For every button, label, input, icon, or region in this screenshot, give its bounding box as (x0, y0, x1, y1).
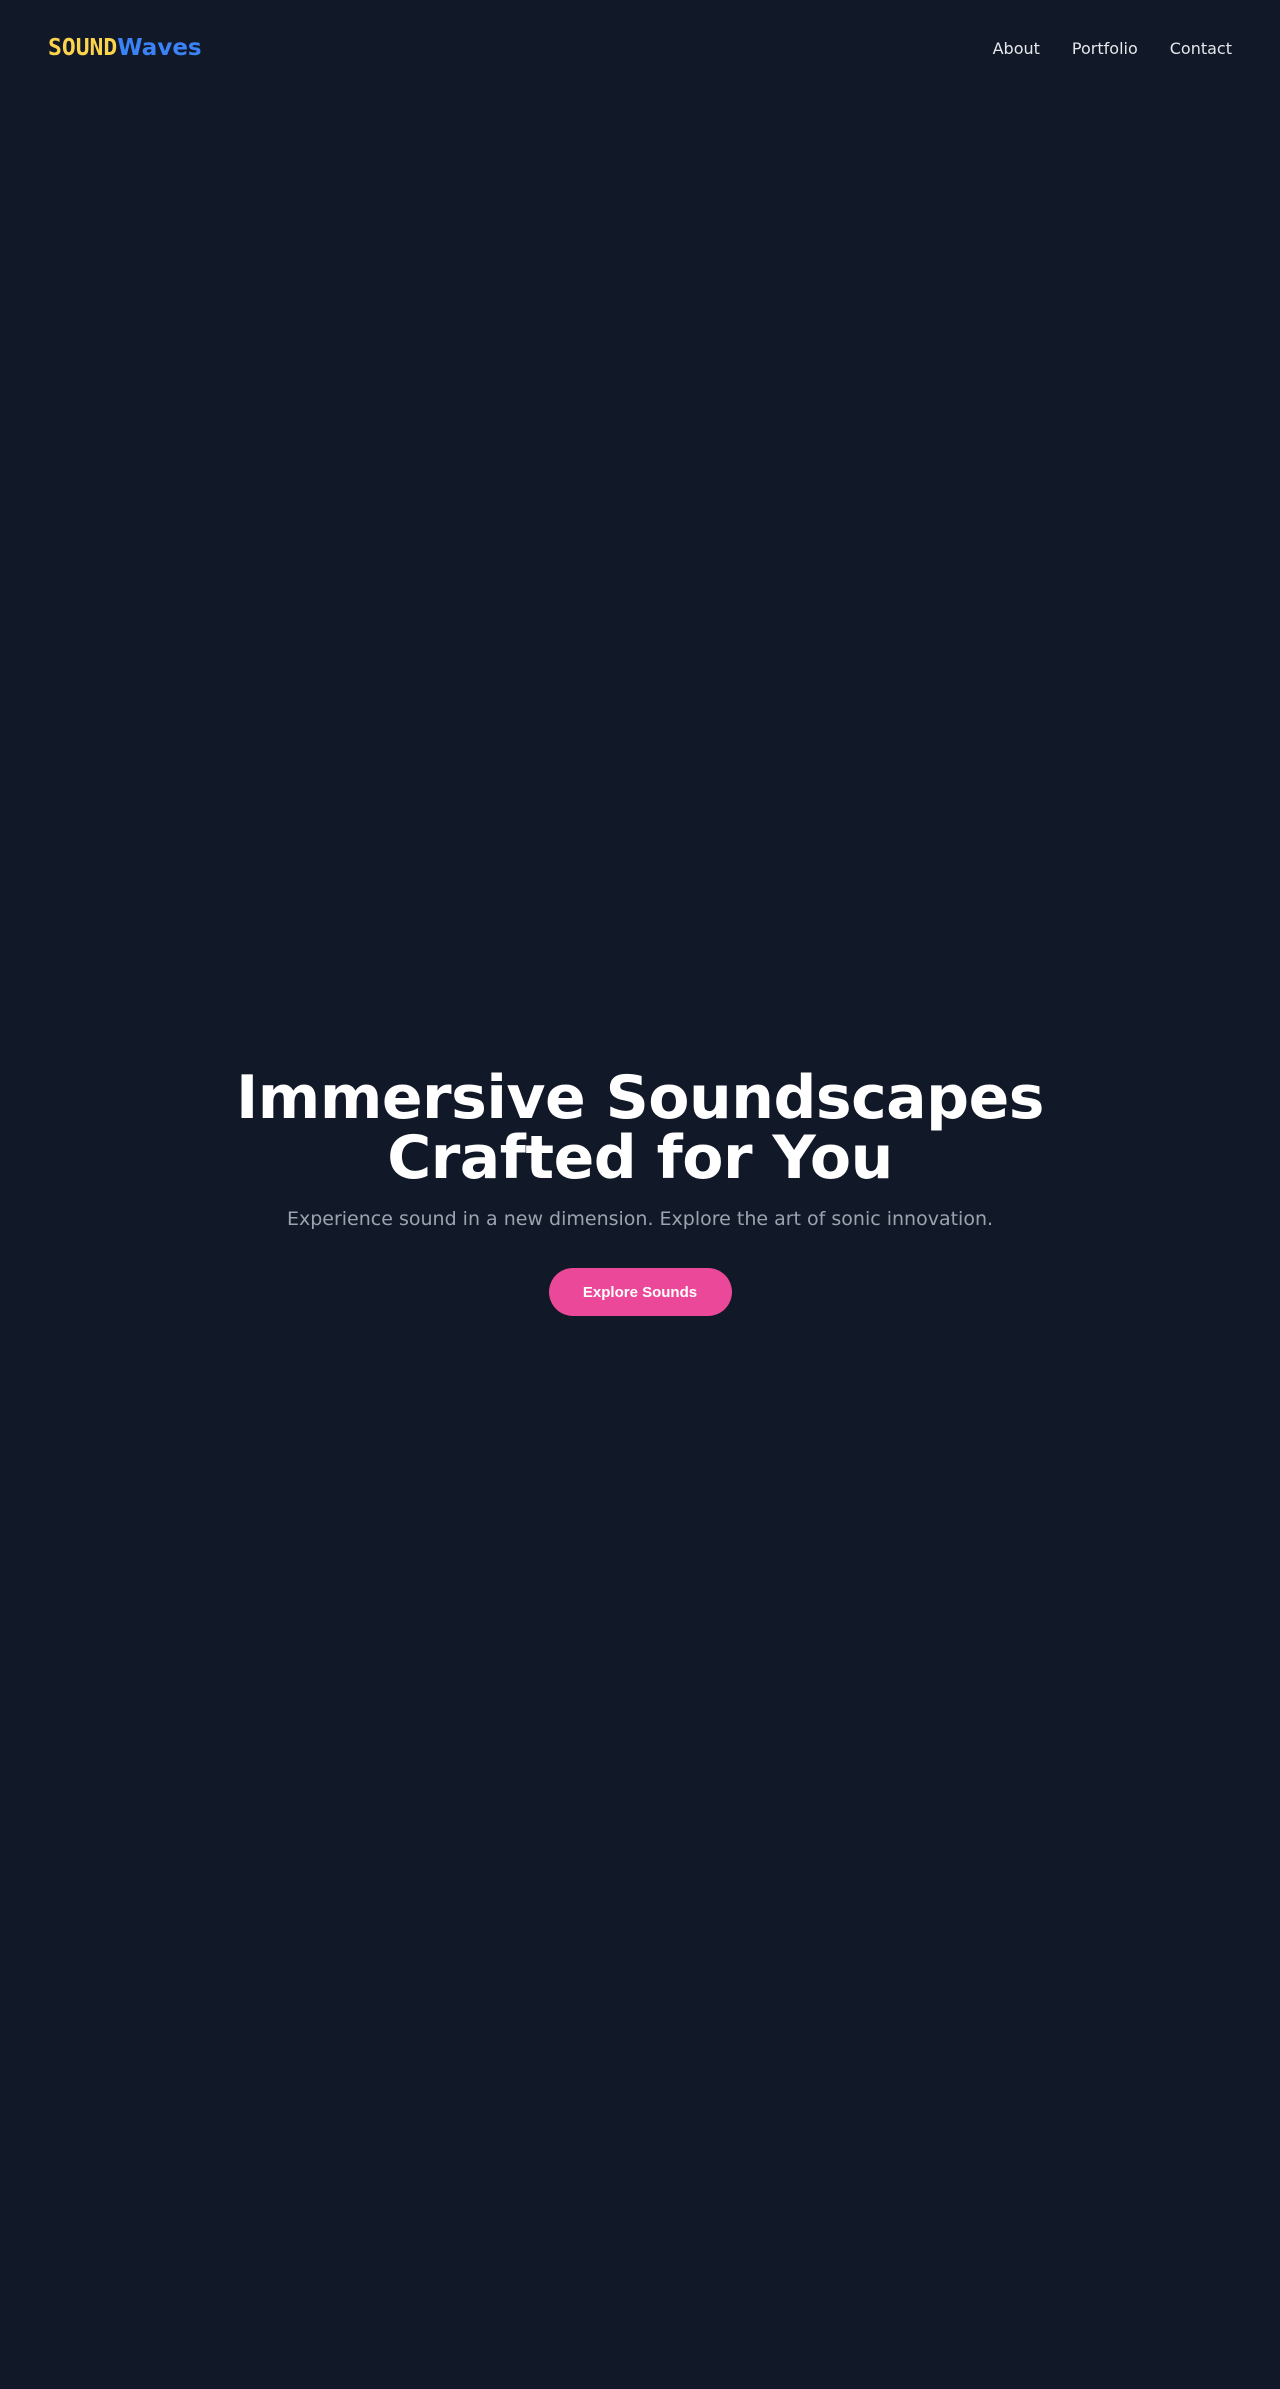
nav-link-portfolio[interactable]: Portfolio (1072, 39, 1138, 58)
site-logo[interactable]: SOUND Waves (48, 35, 202, 61)
logo-sound-text: SOUND (48, 35, 118, 61)
hero-section: Immersive Soundscapes Crafted for You Ex… (0, 1068, 1280, 1316)
explore-sounds-button[interactable]: Explore Sounds (548, 1268, 732, 1316)
logo-waves-text: Waves (117, 35, 202, 61)
hero-subtitle: Experience sound in a new dimension. Exp… (286, 1208, 994, 1230)
hero-title-line-1: Immersive Soundscapes (235, 1063, 1045, 1133)
site-header: SOUND Waves About Portfolio Contact (0, 0, 1280, 96)
main-nav: About Portfolio Contact (993, 39, 1232, 58)
nav-link-about[interactable]: About (993, 39, 1040, 58)
nav-link-contact[interactable]: Contact (1170, 39, 1232, 58)
hero-title-line-2: Crafted for You (387, 1123, 893, 1193)
hero-title: Immersive Soundscapes Crafted for You (235, 1063, 1045, 1193)
